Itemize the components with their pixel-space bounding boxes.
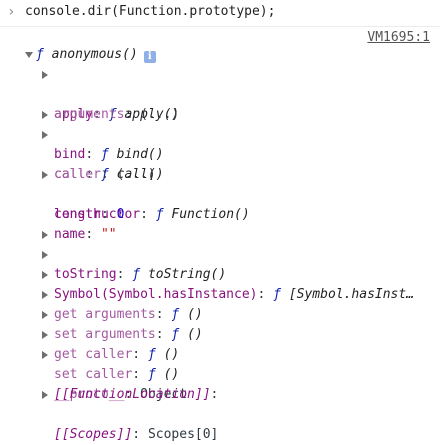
collapsed-arrow-icon[interactable] xyxy=(42,291,48,299)
function-symbol: ƒ xyxy=(171,307,180,322)
tree-row-set-arguments[interactable]: set arguments: ƒ () xyxy=(40,285,203,342)
collapsed-arrow-icon[interactable] xyxy=(42,131,48,139)
property-key: toString xyxy=(54,267,117,282)
tree-row-name: name: "" xyxy=(54,227,117,242)
property-value: () xyxy=(163,347,180,362)
collapsed-arrow-icon[interactable] xyxy=(42,71,48,79)
function-symbol: ƒ xyxy=(36,47,44,62)
root-signature: anonymous() xyxy=(51,47,138,62)
internal-property-key: [[Scopes]] xyxy=(54,427,133,442)
collapsed-arrow-icon[interactable] xyxy=(42,331,48,339)
tree-row-arguments[interactable]: arguments: (...) xyxy=(40,85,179,122)
property-value: "" xyxy=(100,227,117,242)
root-label: ƒ anonymous() i xyxy=(36,45,156,65)
tree-row-get-caller[interactable]: get caller: ƒ () xyxy=(40,305,179,362)
internal-property-key: [[FunctionLocation]] xyxy=(54,387,211,402)
tree-row-apply[interactable]: apply: ƒ apply() xyxy=(40,65,179,122)
function-symbol: ƒ xyxy=(171,327,180,342)
tree-row-symbol-hasinstance[interactable]: Symbol(Symbol.hasInstance): ƒ [Symbol.ha… xyxy=(40,245,414,302)
property-value[interactable]: (...) xyxy=(140,107,179,122)
tree-row-constructor[interactable]: constructor: ƒ Function() xyxy=(40,165,250,222)
prompt-chevron-icon: › xyxy=(7,4,16,20)
tree-row-call[interactable]: call: ƒ call() xyxy=(40,125,164,182)
property-value: () xyxy=(187,327,203,342)
property-key: length xyxy=(54,207,101,222)
property-value: Function() xyxy=(171,207,250,222)
collapsed-arrow-icon[interactable] xyxy=(42,171,48,179)
property-key: get caller xyxy=(54,347,133,362)
property-key: set arguments xyxy=(54,327,156,342)
collapsed-arrow-icon[interactable] xyxy=(42,311,48,319)
collapsed-arrow-icon[interactable] xyxy=(42,251,48,259)
tree-row-set-caller[interactable]: set caller: ƒ () xyxy=(40,325,179,382)
property-key: caller xyxy=(54,167,101,182)
property-value: Scopes[0] xyxy=(147,427,219,442)
collapsed-arrow-icon[interactable] xyxy=(42,351,48,359)
property-value: toString() xyxy=(147,267,227,282)
function-symbol: ƒ xyxy=(147,347,156,362)
function-symbol: ƒ xyxy=(273,287,281,302)
tree-row-get-arguments[interactable]: get arguments: ƒ () xyxy=(40,265,203,322)
tree-row-bind[interactable]: bind: ƒ bind() xyxy=(40,105,164,162)
property-value[interactable]: (...) xyxy=(117,167,156,182)
tree-row-length: length: 0 xyxy=(54,207,125,222)
property-key: name xyxy=(54,227,86,242)
tree-row-caller[interactable]: caller: (...) xyxy=(40,145,156,182)
collapsed-arrow-icon[interactable] xyxy=(42,391,48,399)
expanded-arrow-icon[interactable] xyxy=(25,52,33,58)
collapsed-arrow-icon[interactable] xyxy=(42,111,48,119)
function-symbol: ƒ xyxy=(132,267,141,282)
console-input-line[interactable]: › console.dir(Function.prototype); xyxy=(0,0,440,27)
function-symbol: ƒ xyxy=(100,147,109,162)
console-input-text[interactable]: console.dir(Function.prototype); xyxy=(25,3,275,21)
property-value: () xyxy=(187,307,203,322)
info-icon[interactable]: i xyxy=(143,51,156,63)
collapsed-arrow-icon[interactable] xyxy=(42,271,48,279)
property-value: bind() xyxy=(116,147,164,162)
tree-row-scopes[interactable]: [[Scopes]]: Scopes[0] xyxy=(40,385,218,442)
property-value: [Symbol.hasInst… xyxy=(288,287,415,302)
tree-row-tostring[interactable]: toString: ƒ toString() xyxy=(40,225,226,282)
property-key: bind xyxy=(54,147,86,162)
collapsed-arrow-icon[interactable] xyxy=(42,231,48,239)
tree-row-proto[interactable]: __proto__: Object xyxy=(40,345,187,402)
property-value: 0 xyxy=(116,207,125,222)
tree-row-function-location: [[FunctionLocation]]: xyxy=(54,387,219,402)
function-symbol: ƒ xyxy=(155,207,164,222)
property-key: Symbol(Symbol.hasInstance) xyxy=(54,287,258,302)
source-location-link[interactable]: VM1695:1 xyxy=(367,29,430,47)
property-key: arguments xyxy=(54,107,125,122)
function-symbol: ƒ xyxy=(147,367,156,382)
property-key: set caller xyxy=(54,367,133,382)
object-tree-root[interactable]: ƒ anonymous() i xyxy=(25,45,156,65)
property-key: get arguments xyxy=(54,307,156,322)
property-value: () xyxy=(163,367,180,382)
